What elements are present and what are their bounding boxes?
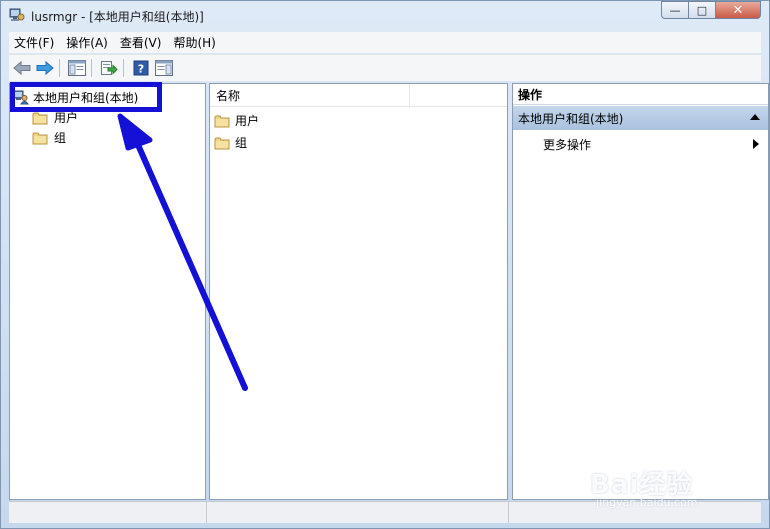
more-actions-item[interactable]: 更多操作	[513, 133, 768, 155]
collapse-up-icon[interactable]	[750, 114, 760, 120]
tree-root-item[interactable]: 本地用户和组(本地)	[13, 88, 144, 106]
list-pane: 名称 用户 组	[209, 83, 508, 500]
tree-item-label: 组	[54, 131, 67, 145]
status-bar	[9, 501, 761, 523]
maximize-icon: □	[696, 3, 708, 17]
toolbar-separator	[123, 59, 124, 77]
show-hide-tree-icon	[68, 60, 86, 76]
list-item-label: 组	[235, 136, 248, 150]
minimize-icon: —	[669, 3, 681, 17]
show-hide-action-pane-button[interactable]	[154, 58, 174, 78]
mmc-window: lusrmgr - [本地用户和组(本地)] — □ ✕ 文件(F) 操作(A)…	[0, 0, 770, 529]
column-header-description[interactable]	[410, 84, 416, 106]
action-section-header[interactable]: 本地用户和组(本地)	[513, 106, 768, 130]
list-item-label: 用户	[235, 114, 260, 128]
menu-action[interactable]: 操作(A)	[61, 34, 113, 51]
main-content: 本地用户和组(本地) 用户 组 名称 用户 组 操作 本地用户和组(本地) 更多…	[9, 82, 769, 500]
help-button[interactable]: ?	[131, 58, 151, 78]
svg-text:?: ?	[138, 63, 144, 76]
export-list-button[interactable]	[99, 58, 119, 78]
folder-icon	[32, 112, 48, 124]
menu-help[interactable]: 帮助(H)	[168, 34, 220, 51]
forward-button[interactable]	[35, 58, 55, 78]
caption-buttons: — □ ✕	[661, 1, 761, 20]
export-list-icon	[101, 61, 118, 75]
submenu-arrow-icon	[753, 139, 759, 149]
toolbar-separator	[91, 59, 92, 77]
window-title: lusrmgr - [本地用户和组(本地)]	[31, 10, 204, 24]
show-hide-action-pane-icon	[155, 60, 173, 76]
tree-item-groups[interactable]: 组	[32, 129, 66, 146]
list-item[interactable]: 组	[214, 134, 247, 151]
menu-view[interactable]: 查看(V)	[115, 34, 167, 51]
tree-pane: 本地用户和组(本地) 用户 组	[9, 82, 206, 500]
menu-bar: 文件(F) 操作(A) 查看(V) 帮助(H)	[9, 32, 761, 53]
back-button[interactable]	[12, 58, 32, 78]
toolbar: ?	[9, 54, 761, 81]
close-button[interactable]: ✕	[715, 1, 761, 19]
list-header: 名称	[210, 84, 507, 107]
local-users-groups-icon	[13, 90, 29, 105]
column-header-name[interactable]: 名称	[210, 84, 410, 106]
menu-file[interactable]: 文件(F)	[9, 34, 59, 51]
computer-management-icon	[9, 8, 25, 21]
list-item[interactable]: 用户	[214, 112, 259, 129]
folder-icon	[32, 132, 48, 144]
back-arrow-icon	[13, 61, 31, 75]
close-icon: ✕	[732, 2, 744, 18]
tree-root-label: 本地用户和组(本地)	[33, 90, 139, 105]
title-bar[interactable]: lusrmgr - [本地用户和组(本地)] — □ ✕	[1, 1, 769, 31]
minimize-button[interactable]: —	[661, 1, 688, 19]
status-cell	[9, 502, 207, 523]
status-cell	[207, 502, 510, 523]
status-cell	[509, 502, 761, 523]
tree-item-users[interactable]: 用户	[32, 109, 78, 126]
action-pane: 操作 本地用户和组(本地) 更多操作	[512, 83, 769, 500]
maximize-button[interactable]: □	[688, 1, 715, 19]
toolbar-separator	[59, 59, 60, 77]
help-icon: ?	[133, 60, 149, 76]
tree-item-label: 用户	[54, 111, 79, 125]
folder-icon	[214, 115, 230, 127]
action-pane-title: 操作	[513, 84, 768, 105]
forward-arrow-icon	[36, 61, 54, 75]
folder-icon	[214, 137, 230, 149]
action-section-title: 本地用户和组(本地)	[518, 111, 624, 126]
more-actions-label: 更多操作	[543, 137, 592, 152]
show-hide-tree-button[interactable]	[67, 58, 87, 78]
